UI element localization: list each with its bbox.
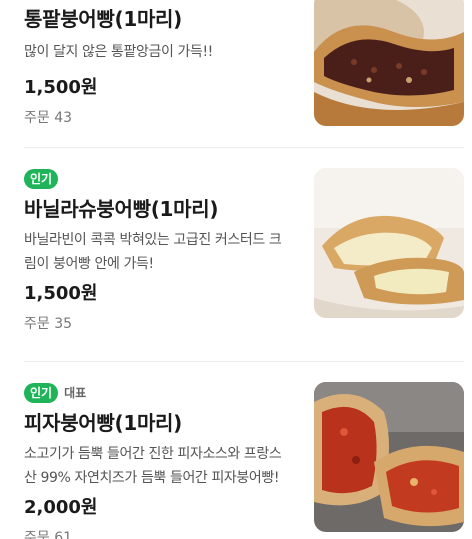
- menu-item-price: 1,500원: [24, 283, 98, 304]
- menu-item-description: 소고기가 듬뿍 들어간 진한 피자소스와 프랑스산 99% 자연치즈가 듬뿍 들…: [24, 446, 282, 486]
- menu-item-name: 통팥붕어빵(1마리): [24, 7, 182, 31]
- menu-list: 통팥붕어빵(1마리) 많이 달지 않은 통팥앙금이 가득!! 1,500원 주문…: [0, 0, 472, 539]
- menu-item-order-count: 주문 43: [24, 110, 73, 126]
- menu-item[interactable]: 통팥붕어빵(1마리) 많이 달지 않은 통팥앙금이 가득!! 1,500원 주문…: [0, 0, 472, 142]
- item-divider: [24, 147, 464, 148]
- menu-item-description: 많이 달지 않은 통팥앙금이 가득!!: [24, 44, 213, 60]
- menu-item-name: 바닐라슈붕어빵(1마리): [24, 197, 219, 221]
- pizza-fish-bread-image: [314, 382, 464, 532]
- badge-row: 인기 대표: [24, 382, 292, 404]
- menu-item[interactable]: 인기 바닐라슈붕어빵(1마리) 바닐라빈이 콕콕 박혀있는 고급진 커스터드 크…: [0, 160, 472, 350]
- menu-item-info: 인기 바닐라슈붕어빵(1마리) 바닐라빈이 콕콕 박혀있는 고급진 커스터드 크…: [24, 168, 292, 334]
- menu-item-order-count: 주문 35: [24, 316, 73, 332]
- popular-badge: 인기: [24, 169, 59, 189]
- popular-badge: 인기: [24, 383, 59, 403]
- menu-item-info: 통팥붕어빵(1마리) 많이 달지 않은 통팥앙금이 가득!! 1,500원 주문…: [24, 6, 292, 128]
- item-divider: [24, 361, 464, 362]
- menu-item-order-count: 주문 61: [24, 530, 73, 539]
- menu-item[interactable]: 인기 대표 피자붕어빵(1마리) 소고기가 듬뿍 들어간 진한 피자소스와 프랑…: [0, 374, 472, 539]
- menu-item-price: 1,500원: [24, 77, 98, 98]
- menu-item-price: 2,000원: [24, 497, 98, 518]
- menu-item-info: 인기 대표 피자붕어빵(1마리) 소고기가 듬뿍 들어간 진한 피자소스와 프랑…: [24, 382, 292, 539]
- representative-badge: 대표: [64, 386, 87, 400]
- red-bean-fish-bread-image: [314, 0, 464, 126]
- badge-row: 인기: [24, 168, 292, 190]
- menu-item-description: 바닐라빈이 콕콕 박혀있는 고급진 커스터드 크림이 붕어빵 안에 가득!: [24, 232, 282, 272]
- custard-fish-bread-image: [314, 168, 464, 318]
- menu-item-name: 피자붕어빵(1마리): [24, 411, 182, 435]
